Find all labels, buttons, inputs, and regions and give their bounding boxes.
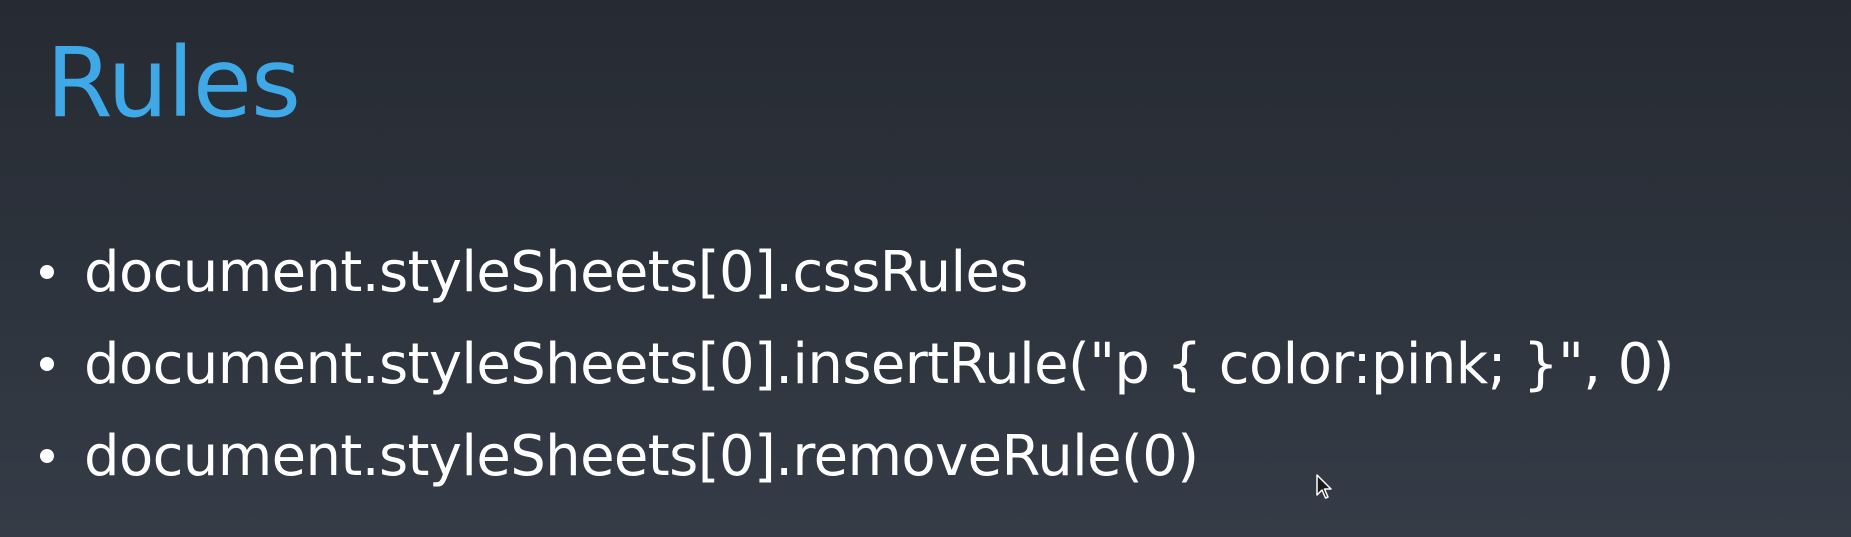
bullet-icon [40,265,54,279]
bullet-text: document.styleSheets[0].removeRule(0) [84,423,1199,489]
mouse-pointer-icon [1316,474,1332,499]
slide-title: Rules [46,27,301,139]
bullet-icon [40,449,54,463]
bullet-list: document.styleSheets[0].cssRules documen… [40,226,1675,502]
list-item: document.styleSheets[0].cssRules [40,226,1674,318]
bullet-icon [40,357,54,371]
slide: Rules document.styleSheets[0].cssRules d… [0,0,1851,537]
list-item: document.styleSheets[0].removeRule(0) [40,410,1674,502]
list-item: document.styleSheets[0].insertRule("p { … [40,318,1675,410]
bullet-text: document.styleSheets[0].cssRules [84,239,1028,305]
bullet-text: document.styleSheets[0].insertRule("p { … [84,331,1675,397]
